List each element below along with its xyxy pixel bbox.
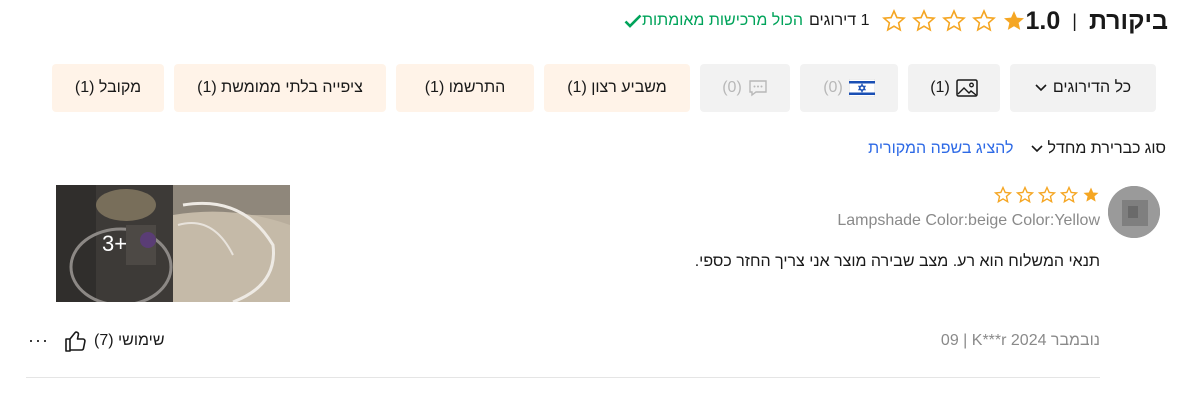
- show-original-language-link[interactable]: להציג בשפה המקורית: [868, 140, 1013, 158]
- filter-label: (1): [930, 79, 950, 96]
- divider: [26, 377, 1100, 378]
- chevron-down-icon[interactable]: [1031, 145, 1044, 153]
- filter-label: מקובל (1): [74, 79, 142, 96]
- star-empty-icon: [881, 9, 906, 32]
- filter-with-comments[interactable]: (0): [700, 64, 790, 112]
- chevron-down-icon: [1035, 84, 1047, 92]
- checkmark-icon: [624, 14, 642, 28]
- avatar-image: [1108, 186, 1160, 238]
- filter-with-images[interactable]: (1): [908, 64, 1000, 112]
- review-stars: [990, 186, 1100, 204]
- average-score: 1.0: [1025, 6, 1061, 35]
- filter-label: ציפייה בלתי ממומשת (1): [197, 79, 363, 96]
- star-empty-icon: [911, 9, 936, 32]
- review-photo: [173, 185, 290, 302]
- filter-label: (0): [722, 79, 742, 96]
- filter-bar: כל הדירוגים (1) (0) (0) משביע רצון (1) ה…: [52, 64, 1156, 112]
- verified-purchases: הכול מרכישות מאומתות: [619, 12, 803, 30]
- verified-text: הכול מרכישות מאומתות: [641, 12, 803, 29]
- filter-all-ratings[interactable]: כל הדירוגים: [1010, 64, 1156, 112]
- review-images: 3+: [56, 185, 290, 302]
- filter-label: משביע רצון (1): [567, 79, 667, 96]
- avatar: [1108, 186, 1160, 238]
- reviews-title: ביקורת: [1088, 6, 1168, 35]
- filter-satisfying[interactable]: משביע רצון (1): [544, 64, 690, 112]
- average-stars: [876, 9, 1026, 33]
- star-empty-icon: [1016, 186, 1034, 204]
- image-icon: [956, 79, 978, 97]
- sort-row: סוג כברירת מחדל להציג בשפה המקורית: [868, 140, 1166, 158]
- israel-flag-icon: [848, 79, 875, 97]
- filter-acceptable[interactable]: מקובל (1): [52, 64, 164, 112]
- filter-label: כל הדירוגים: [1052, 79, 1132, 96]
- comment-icon: [749, 80, 767, 97]
- title-separator: |: [1072, 10, 1077, 31]
- star-filled-icon: [1083, 187, 1099, 202]
- sort-label: סוג: [1144, 140, 1166, 157]
- star-empty-icon: [941, 9, 966, 32]
- reviews-header: ביקורת | 1.0 1 דירוגים הכול מרכישות מאומ…: [619, 2, 1168, 40]
- review-date-author: 09 | K***r נובמבר 2024: [940, 332, 1100, 349]
- review-sku-attributes: Lampshade Color:beige Color:Yellow: [837, 212, 1100, 229]
- thumbs-up-icon: [65, 331, 86, 352]
- filter-label: התרשמו (1): [424, 79, 506, 96]
- star-empty-icon: [1060, 186, 1078, 204]
- filter-label: (0): [823, 79, 843, 96]
- rating-count: 1 דירוגים: [808, 12, 870, 29]
- star-empty-icon: [971, 9, 996, 32]
- filter-impressed[interactable]: התרשמו (1): [396, 64, 534, 112]
- star-empty-icon: [1038, 186, 1056, 204]
- star-filled-icon: [1003, 11, 1024, 30]
- helpful-label: שימושי (7): [94, 332, 165, 349]
- helpful-button[interactable]: שימושי (7): [64, 329, 165, 353]
- review-text: תנאי המשלוח הוא רע. מצב שבירה מוצר אני צ…: [694, 253, 1100, 270]
- sort-dropdown[interactable]: כברירת מחדל: [1047, 140, 1140, 158]
- filter-unmet-expectation[interactable]: ציפייה בלתי ממומשת (1): [174, 64, 386, 112]
- more-options-button[interactable]: ···: [28, 330, 49, 351]
- review-image-more[interactable]: 3+: [56, 185, 173, 302]
- filter-country[interactable]: (0): [800, 64, 898, 112]
- more-images-count: 3+: [56, 185, 173, 302]
- star-empty-icon: [994, 186, 1012, 204]
- review-image[interactable]: [173, 185, 290, 302]
